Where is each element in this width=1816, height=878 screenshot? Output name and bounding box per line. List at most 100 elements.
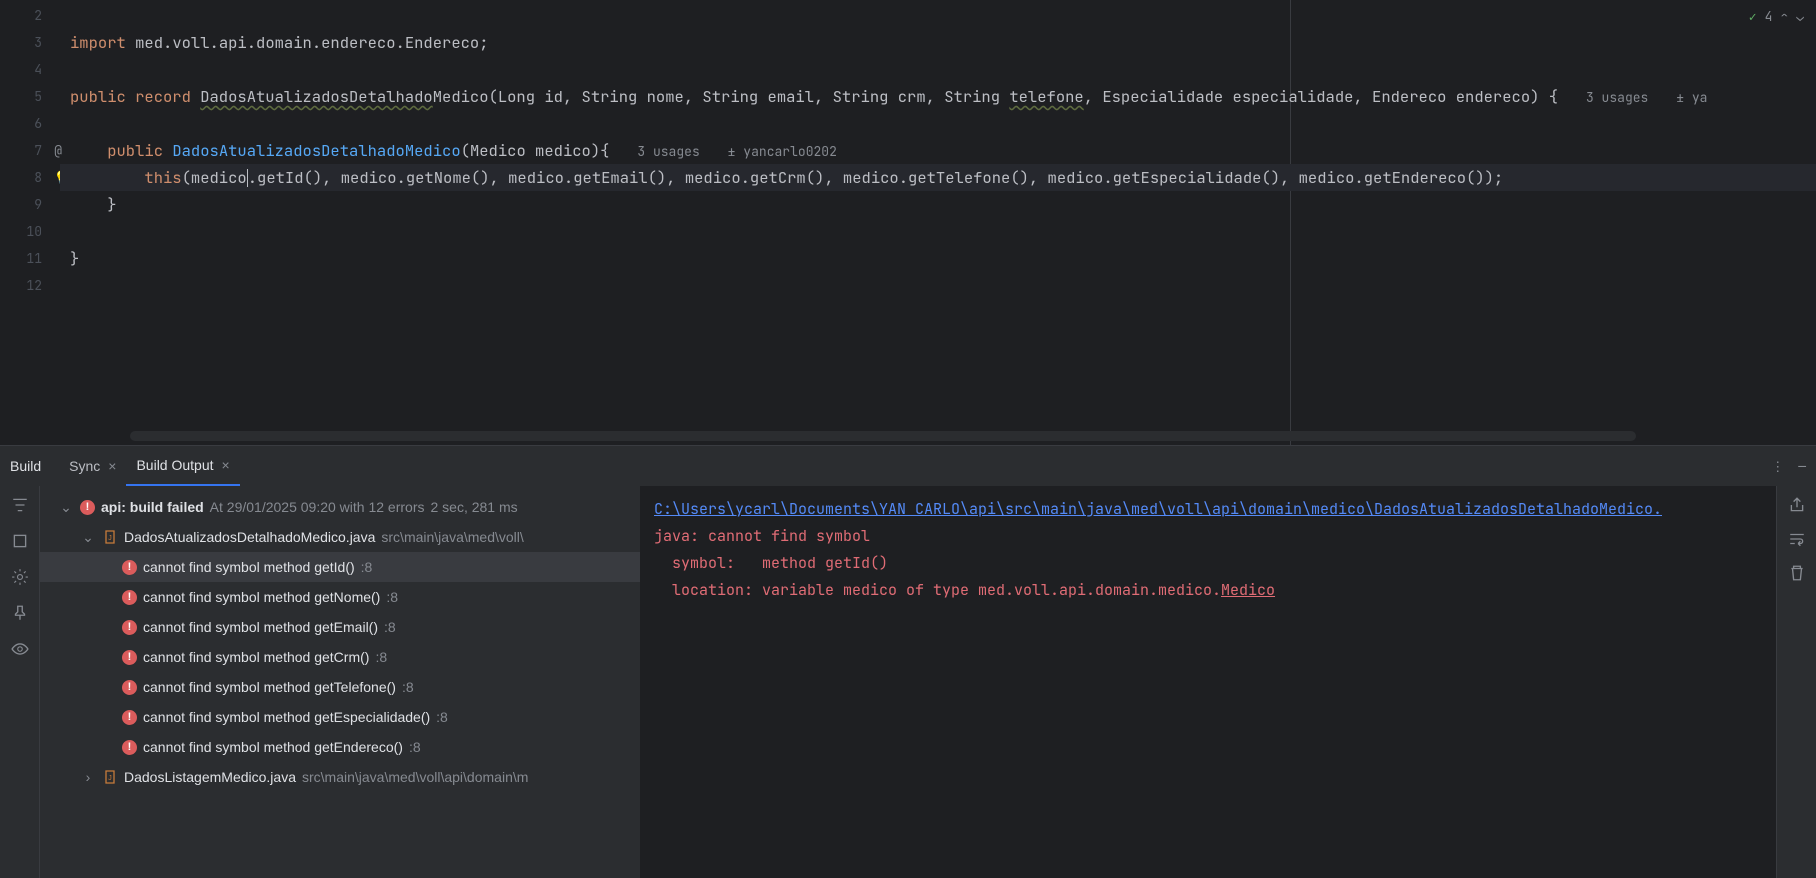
file-name: DadosListagemMedico.java [124,769,296,785]
error-msg: cannot find symbol method getTelefone() [143,679,396,695]
file-name: DadosAtualizadosDetalhadoMedico.java [124,529,375,545]
code-line [60,272,1816,299]
file-path: src\main\java\med\voll\api\domain\m [302,769,528,785]
line-number: 10 [0,218,42,245]
tree-file[interactable]: ⌄ J DadosAtualizadosDetalhadoMedico.java… [40,522,640,552]
java-file-icon: J [102,769,118,785]
build-root-label: api: build failed [101,499,204,515]
build-toolbar [0,486,40,878]
error-line: :8 [386,589,398,605]
chevron-right-icon[interactable]: › [80,769,96,785]
error-msg: cannot find symbol method getEspecialida… [143,709,430,725]
java-file-icon: J [102,529,118,545]
more-icon[interactable]: ⋮ [1771,458,1784,475]
error-msg: cannot find symbol method getId() [143,559,355,575]
close-icon[interactable]: × [108,458,116,474]
code-line: import med.voll.api.domain.endereco.Ende… [60,29,1816,56]
author-hint[interactable]: ± ya [1676,89,1707,106]
error-line: :8 [409,739,421,755]
pin-icon[interactable] [11,604,29,622]
minimize-icon[interactable]: — [1798,458,1806,475]
panel-tab-bar: Build Sync × Build Output × ⋮ — [0,446,1816,486]
error-line: :8 [436,709,448,725]
error-detail-line: location: variable medico of type med.vo… [654,580,1275,600]
horizontal-scrollbar[interactable] [130,431,1636,441]
build-tree[interactable]: ⌄ ! api: build failed At 29/01/2025 09:2… [40,486,640,878]
build-duration: 2 sec, 281 ms [430,499,517,515]
wrap-icon[interactable] [1788,530,1806,548]
trash-icon[interactable] [1788,564,1806,582]
error-icon: ! [122,680,137,695]
code-editor[interactable]: ✓4 ⌃ ⌄ 2 3 4 5 6 7@ 8💡 9 10 11 12 import… [0,0,1816,445]
tree-error-item[interactable]: ! cannot find symbol method getEspeciali… [40,702,640,732]
code-line [60,56,1816,83]
chevron-down-icon[interactable]: ⌄ [80,529,96,546]
error-msg: cannot find symbol method getNome() [143,589,380,605]
tree-error-item[interactable]: ! cannot find symbol method getTelefone(… [40,672,640,702]
tree-error-item[interactable]: ! cannot find symbol method getCrm() :8 [40,642,640,672]
code-line: } [60,245,1816,272]
error-detail-line: java: cannot find symbol [654,526,870,546]
line-number: 9 [0,191,42,218]
line-number: 7@ [0,137,42,164]
usages-hint[interactable]: 3 usages [1586,89,1648,106]
error-detail-line: symbol: method getId() [654,553,888,573]
line-number: 5 [0,83,42,110]
error-line: :8 [402,679,414,695]
tree-error-item[interactable]: ! cannot find symbol method getId() :8 [40,552,640,582]
error-icon: ! [122,560,137,575]
tree-root[interactable]: ⌄ ! api: build failed At 29/01/2025 09:2… [40,492,640,522]
editor-gutter[interactable]: 2 3 4 5 6 7@ 8💡 9 10 11 12 [0,0,60,445]
line-number: 12 [0,272,42,299]
error-line: :8 [361,559,373,575]
error-icon: ! [80,500,95,515]
usages-hint[interactable]: 3 usages [637,143,699,160]
output-toolbar [1776,486,1816,878]
file-path: src\main\java\med\voll\ [381,529,523,545]
line-number: 4 [0,56,42,83]
svg-text:J: J [108,775,112,782]
author-hint[interactable]: ± yancarlo0202 [728,143,837,160]
panel-title: Build [10,458,41,474]
close-icon[interactable]: × [222,457,230,473]
error-msg: cannot find symbol method getEmail() [143,619,378,635]
code-line-active: this(medico.getId(), medico.getNome(), m… [60,164,1816,191]
tab-build-output[interactable]: Build Output × [126,446,239,486]
filter-icon[interactable] [11,496,29,514]
tab-label: Sync [69,458,100,474]
build-panel: Build Sync × Build Output × ⋮ — ⌄ ! api:… [0,445,1816,878]
error-msg: cannot find symbol method getEndereco() [143,739,403,755]
tree-error-item[interactable]: ! cannot find symbol method getEndereco(… [40,732,640,762]
error-icon: ! [122,620,137,635]
line-number: 3 [0,29,42,56]
line-number: 11 [0,245,42,272]
tab-sync[interactable]: Sync × [59,446,126,486]
error-line: :8 [375,649,387,665]
chevron-down-icon[interactable]: ⌄ [58,499,74,516]
error-icon: ! [122,650,137,665]
export-icon[interactable] [1788,496,1806,514]
settings-icon[interactable] [11,568,29,586]
eye-icon[interactable] [11,640,29,658]
code-content[interactable]: import med.voll.api.domain.endereco.Ende… [60,0,1816,445]
tree-error-item[interactable]: ! cannot find symbol method getEmail() :… [40,612,640,642]
error-file-link[interactable]: C:\Users\ycarl\Documents\YAN CARLO\api\s… [654,499,1662,519]
line-number: 8💡 [0,164,42,191]
code-line [60,110,1816,137]
error-icon: ! [122,740,137,755]
error-icon: ! [122,590,137,605]
line-number: 6 [0,110,42,137]
tree-error-item[interactable]: ! cannot find symbol method getNome() :8 [40,582,640,612]
error-line: :8 [384,619,396,635]
code-line: } [60,191,1816,218]
error-type-link[interactable]: Medico [1221,580,1275,600]
code-line [60,218,1816,245]
error-icon: ! [122,710,137,725]
tree-file[interactable]: › J DadosListagemMedico.java src\main\ja… [40,762,640,792]
build-time: At 29/01/2025 09:20 with 12 errors [210,499,425,515]
line-number: 2 [0,2,42,29]
stop-icon[interactable] [11,532,29,550]
code-line: public DadosAtualizadosDetalhadoMedico(M… [60,137,1816,164]
error-msg: cannot find symbol method getCrm() [143,649,369,665]
error-detail-pane[interactable]: C:\Users\ycarl\Documents\YAN CARLO\api\s… [640,486,1776,878]
